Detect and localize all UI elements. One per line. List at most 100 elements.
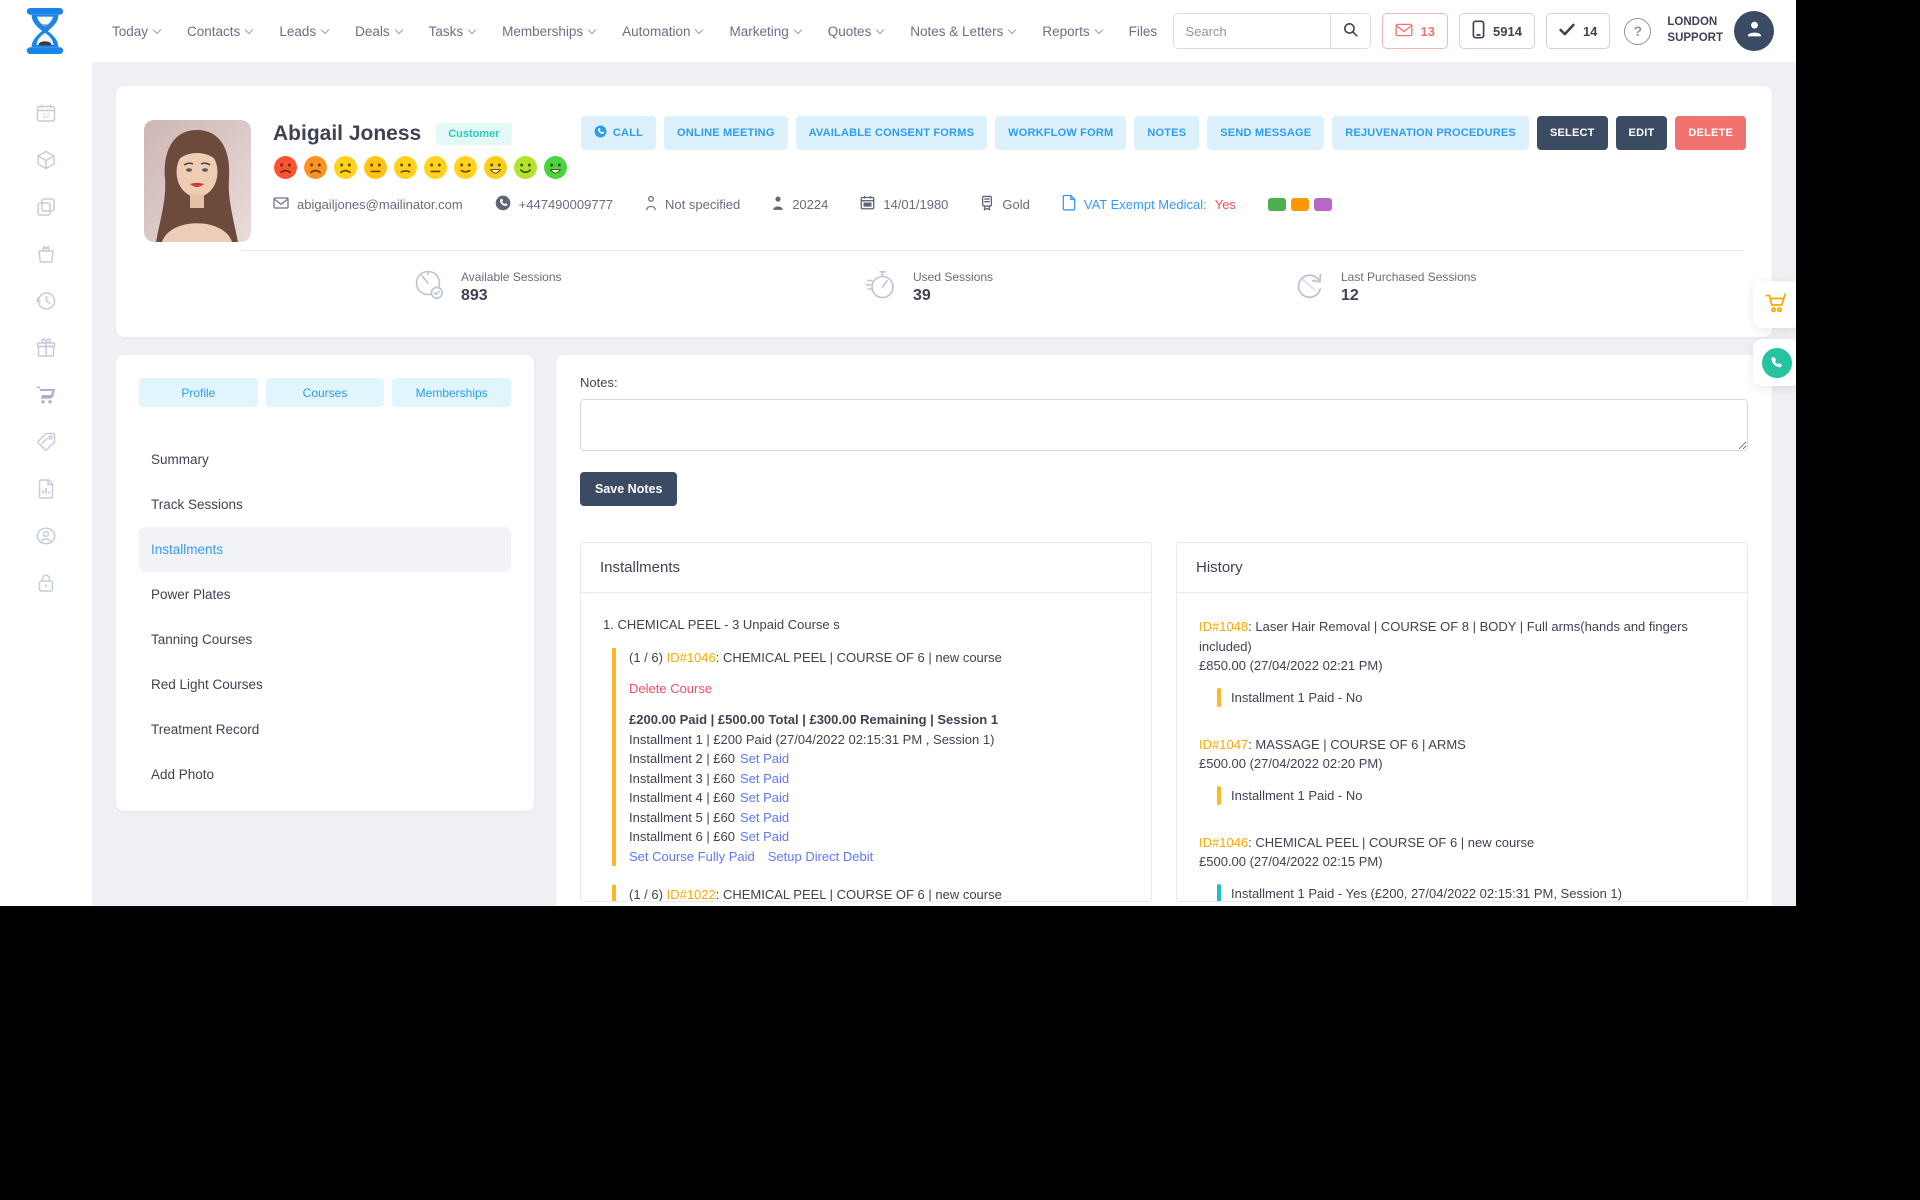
customer-email[interactable]: abigailjones@mailinator.com bbox=[273, 197, 463, 212]
save-notes-button[interactable]: Save Notes bbox=[580, 472, 678, 506]
installment-row: Installment 3 | £60 Set Paid bbox=[629, 769, 1131, 789]
notes-textarea[interactable] bbox=[580, 399, 1748, 451]
sidebar-tags-icon[interactable] bbox=[35, 431, 57, 453]
nav-marketing[interactable]: Marketing bbox=[729, 24, 802, 39]
sidebar-lock-icon[interactable] bbox=[35, 572, 57, 594]
nav-deals[interactable]: Deals bbox=[355, 24, 403, 39]
delete-button[interactable]: DELETE bbox=[1675, 116, 1746, 150]
hourglass-logo[interactable] bbox=[22, 6, 68, 56]
history-id-link[interactable]: ID#1047 bbox=[1199, 737, 1248, 752]
installments-panel: Installments 1. CHEMICAL PEEL - 3 Unpaid… bbox=[580, 542, 1152, 902]
rejuvenation-procedures-button[interactable]: REJUVENATION PROCEDURES bbox=[1332, 116, 1529, 150]
quick-cart-button[interactable] bbox=[1753, 281, 1796, 328]
installment-label: Installment 2 | £60 bbox=[629, 751, 735, 766]
nav-quotes[interactable]: Quotes bbox=[828, 24, 885, 39]
search-button[interactable] bbox=[1329, 14, 1370, 48]
nav-leads[interactable]: Leads bbox=[279, 24, 330, 39]
nav-files[interactable]: Files bbox=[1129, 24, 1158, 39]
customer-tier: Gold bbox=[980, 195, 1030, 214]
customer-gender: Not specified bbox=[645, 195, 740, 214]
tab-memberships[interactable]: Memberships bbox=[392, 378, 512, 407]
side-panel-tabs: Profile Courses Memberships bbox=[139, 378, 512, 407]
sidebar-gift-icon[interactable] bbox=[35, 337, 57, 359]
satisfaction-emoji-6[interactable] bbox=[423, 155, 448, 180]
search-icon bbox=[1342, 21, 1359, 41]
set-paid-link[interactable]: Set Paid bbox=[740, 829, 789, 844]
sidebar-calendar-icon[interactable]: 12 bbox=[35, 102, 57, 124]
satisfaction-emoji-7[interactable] bbox=[453, 155, 478, 180]
nav-reports[interactable]: Reports bbox=[1042, 24, 1103, 39]
sidebar-history-icon[interactable] bbox=[35, 290, 57, 312]
history-id-link[interactable]: ID#1046 bbox=[1199, 835, 1248, 850]
delete-course-link[interactable]: Delete Course bbox=[629, 681, 1131, 696]
nav-notes-letters[interactable]: Notes & Letters bbox=[910, 24, 1017, 39]
search-input[interactable] bbox=[1173, 14, 1330, 48]
gauge-icon bbox=[409, 265, 449, 310]
menu-item-summary[interactable]: Summary bbox=[139, 437, 511, 482]
workflow-form-button[interactable]: WORKFLOW FORM bbox=[995, 116, 1127, 150]
customer-phone[interactable]: +447490009777 bbox=[495, 195, 613, 214]
chevron-down-icon bbox=[245, 25, 254, 34]
nav-today[interactable]: Today bbox=[112, 24, 162, 39]
satisfaction-emoji-4[interactable] bbox=[363, 155, 388, 180]
menu-item-tanning-courses[interactable]: Tanning Courses bbox=[139, 617, 511, 662]
nav-tasks[interactable]: Tasks bbox=[429, 24, 477, 39]
send-message-button[interactable]: SEND MESSAGE bbox=[1207, 116, 1325, 150]
tab-courses[interactable]: Courses bbox=[265, 378, 385, 407]
sidebar-agent-icon[interactable] bbox=[35, 525, 57, 547]
notes-label: Notes: bbox=[580, 375, 618, 390]
menu-item-add-photo[interactable]: Add Photo bbox=[139, 752, 511, 797]
course-id-link[interactable]: ID#1046 bbox=[667, 650, 716, 665]
tasks-badge[interactable]: 14 bbox=[1545, 13, 1611, 49]
tag-swatch-green[interactable] bbox=[1267, 197, 1286, 211]
set-course-fully-paid-link[interactable]: Set Course Fully Paid bbox=[629, 847, 755, 867]
menu-item-red-light-courses[interactable]: Red Light Courses bbox=[139, 662, 511, 707]
edit-button[interactable]: EDIT bbox=[1615, 116, 1668, 150]
quick-call-button[interactable] bbox=[1753, 339, 1796, 386]
set-paid-link[interactable]: Set Paid bbox=[740, 771, 789, 786]
consent-forms-button[interactable]: AVAILABLE CONSENT FORMS bbox=[795, 116, 988, 150]
details-panel: Notes: Save Notes Installments 1. CHEMIC… bbox=[556, 355, 1772, 906]
call-button[interactable]: CALL bbox=[580, 116, 657, 150]
user-avatar[interactable] bbox=[1734, 11, 1774, 51]
satisfaction-emoji-5[interactable] bbox=[393, 155, 418, 180]
chevron-down-icon bbox=[1008, 25, 1017, 34]
global-search bbox=[1172, 13, 1371, 49]
satisfaction-emoji-2[interactable] bbox=[303, 155, 328, 180]
email-notifications-badge[interactable]: 13 bbox=[1381, 13, 1449, 49]
menu-item-installments[interactable]: Installments bbox=[139, 527, 511, 572]
course-id-link[interactable]: ID#1022 bbox=[667, 887, 716, 901]
satisfaction-emoji-1[interactable] bbox=[273, 155, 298, 180]
sidebar-copy-icon[interactable] bbox=[35, 196, 57, 218]
vat-exempt-medical[interactable]: VAT Exempt Medical: Yes bbox=[1062, 194, 1236, 214]
menu-item-track-sessions[interactable]: Track Sessions bbox=[139, 482, 511, 527]
satisfaction-emoji-8[interactable] bbox=[483, 155, 508, 180]
history-entry-title: ID#1046: CHEMICAL PEEL | COURSE OF 6 | n… bbox=[1199, 833, 1727, 853]
nav-contacts[interactable]: Contacts bbox=[187, 24, 254, 39]
sidebar-package-icon[interactable] bbox=[35, 149, 57, 171]
satisfaction-emoji-10[interactable] bbox=[543, 155, 568, 180]
help-icon[interactable]: ? bbox=[1624, 17, 1652, 45]
sidebar-cart-icon[interactable] bbox=[35, 384, 57, 406]
nav-automation[interactable]: Automation bbox=[622, 24, 704, 39]
sidebar-report-icon[interactable] bbox=[35, 478, 57, 500]
notes-button[interactable]: NOTES bbox=[1134, 116, 1200, 150]
tab-profile[interactable]: Profile bbox=[139, 378, 258, 407]
tag-swatch-orange[interactable] bbox=[1290, 197, 1309, 211]
menu-item-power-plates[interactable]: Power Plates bbox=[139, 572, 511, 617]
satisfaction-emoji-9[interactable] bbox=[513, 155, 538, 180]
setup-direct-debit-link[interactable]: Setup Direct Debit bbox=[768, 847, 874, 867]
online-meeting-button[interactable]: ONLINE MEETING bbox=[664, 116, 788, 150]
nav-memberships[interactable]: Memberships bbox=[502, 24, 597, 39]
menu-item-treatment-record[interactable]: Treatment Record bbox=[139, 707, 511, 752]
history-id-link[interactable]: ID#1048 bbox=[1199, 619, 1248, 634]
sms-badge[interactable]: 5914 bbox=[1459, 13, 1535, 49]
chevron-down-icon bbox=[152, 25, 162, 34]
sidebar-shopping-bag-icon[interactable] bbox=[35, 243, 57, 265]
set-paid-link[interactable]: Set Paid bbox=[740, 790, 789, 805]
satisfaction-emoji-3[interactable] bbox=[333, 155, 358, 180]
set-paid-link[interactable]: Set Paid bbox=[740, 751, 789, 766]
select-button[interactable]: SELECT bbox=[1536, 116, 1608, 150]
tag-swatch-purple[interactable] bbox=[1313, 197, 1332, 211]
set-paid-link[interactable]: Set Paid bbox=[740, 810, 789, 825]
